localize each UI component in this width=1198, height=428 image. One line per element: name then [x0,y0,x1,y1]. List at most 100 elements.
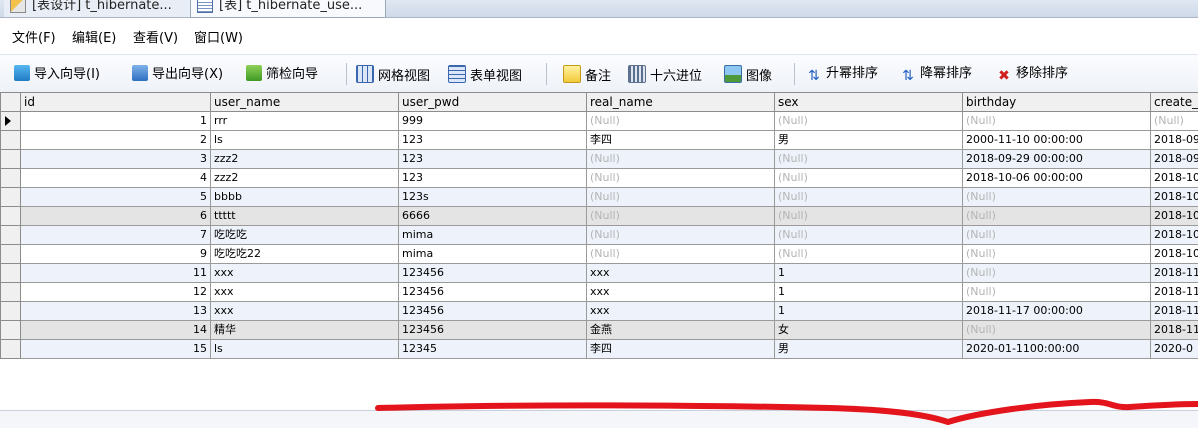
image-button[interactable]: 图像 [724,65,772,83]
cell-user-name[interactable]: bbbb [211,188,399,207]
cell-birthday[interactable]: (Null) [963,207,1151,226]
menu-edit[interactable]: 编辑(E) [72,27,116,46]
cell-create-time[interactable]: 2018-09 [1151,131,1198,150]
column-header-user-pwd[interactable]: user_pwd [399,93,587,112]
cell-birthday[interactable]: (Null) [963,321,1151,340]
export-wizard-button[interactable]: 导出向导(X) [132,65,223,83]
cell-user-name[interactable]: xxx [211,264,399,283]
table-row[interactable]: 3zzz2123(Null)(Null)2018-09-29 00:00:002… [1,150,1198,169]
cell-id[interactable]: 6 [21,207,211,226]
cell-sex[interactable]: (Null) [775,188,963,207]
cell-create-time[interactable]: 2018-10 [1151,188,1198,207]
row-selector[interactable] [1,302,21,321]
cell-birthday[interactable]: 2018-10-06 00:00:00 [963,169,1151,188]
import-wizard-button[interactable]: 导入向导(I) [14,65,100,83]
cell-id[interactable]: 15 [21,340,211,359]
cell-birthday[interactable]: (Null) [963,283,1151,302]
cell-real-name[interactable]: (Null) [587,169,775,188]
cell-sex[interactable]: 男 [775,340,963,359]
cell-user-name[interactable]: 精华 [211,321,399,340]
row-selector[interactable] [1,188,21,207]
column-header-id[interactable]: id [21,93,211,112]
table-row[interactable]: 1rrr999(Null)(Null)(Null)(Null) [1,112,1198,131]
cell-user-name[interactable]: 吃吃吃22 [211,245,399,264]
table-row[interactable]: 2ls123李四男2000-11-10 00:00:002018-09 [1,131,1198,150]
cell-user-pwd[interactable]: 6666 [399,207,587,226]
menu-view[interactable]: 查看(V) [133,27,178,46]
tab-table-data[interactable]: [表] t_hibernate_use... [190,0,386,18]
cell-user-name[interactable]: xxx [211,302,399,321]
table-row[interactable]: 13xxx123456xxx12018-11-17 00:00:002018-1… [1,302,1198,321]
cell-birthday[interactable]: 2018-11-17 00:00:00 [963,302,1151,321]
cell-create-time[interactable]: 2018-11 [1151,302,1198,321]
row-selector[interactable] [1,283,21,302]
cell-real-name[interactable]: (Null) [587,150,775,169]
cell-user-pwd[interactable]: 123456 [399,264,587,283]
cell-id[interactable]: 9 [21,245,211,264]
grid-view-button[interactable]: 网格视图 [356,65,430,83]
form-view-button[interactable]: 表单视图 [448,65,522,83]
row-selector[interactable] [1,245,21,264]
cell-user-name[interactable]: rrr [211,112,399,131]
cell-user-name[interactable]: 吃吃吃 [211,226,399,245]
column-header-birthday[interactable]: birthday [963,93,1151,112]
column-header-real-name[interactable]: real_name [587,93,775,112]
cell-sex[interactable]: (Null) [775,245,963,264]
cell-user-pwd[interactable]: mima [399,226,587,245]
table-row[interactable]: 6ttttt6666(Null)(Null)(Null)2018-10 [1,207,1198,226]
cell-create-time[interactable]: 2018-09 [1151,150,1198,169]
table-row[interactable]: 12xxx123456xxx1(Null)2018-11 [1,283,1198,302]
cell-create-time[interactable]: (Null) [1151,112,1198,131]
column-header-user-name[interactable]: user_name [211,93,399,112]
cell-real-name[interactable]: xxx [587,283,775,302]
cell-id[interactable]: 2 [21,131,211,150]
cell-real-name[interactable]: (Null) [587,226,775,245]
table-row[interactable]: 5bbbb123s(Null)(Null)(Null)2018-10 [1,188,1198,207]
row-selector[interactable] [1,150,21,169]
data-grid[interactable]: id user_name user_pwd real_name sex birt… [0,92,1198,410]
cell-sex[interactable]: 男 [775,131,963,150]
cell-id[interactable]: 7 [21,226,211,245]
cell-sex[interactable]: 1 [775,302,963,321]
cell-user-name[interactable]: zzz2 [211,169,399,188]
cell-real-name[interactable]: 金燕 [587,321,775,340]
table-row[interactable]: 14精华123456金燕女(Null)2018-11 [1,321,1198,340]
cell-create-time[interactable]: 2018-10 [1151,245,1198,264]
row-selector[interactable] [1,131,21,150]
sort-ascending-button[interactable]: ⇅升幂排序 [806,65,878,83]
row-selector[interactable] [1,340,21,359]
table-row[interactable]: 9吃吃吃22mima(Null)(Null)(Null)2018-10 [1,245,1198,264]
cell-user-pwd[interactable]: 123456 [399,283,587,302]
cell-sex[interactable]: 1 [775,283,963,302]
cell-user-pwd[interactable]: 123 [399,131,587,150]
cell-user-name[interactable]: xxx [211,283,399,302]
cell-sex[interactable]: (Null) [775,226,963,245]
cell-birthday[interactable]: (Null) [963,188,1151,207]
cell-user-pwd[interactable]: 123456 [399,321,587,340]
cell-id[interactable]: 5 [21,188,211,207]
cell-sex[interactable]: (Null) [775,207,963,226]
cell-sex[interactable]: 女 [775,321,963,340]
cell-create-time[interactable]: 2018-11 [1151,283,1198,302]
cell-create-time[interactable]: 2018-11 [1151,321,1198,340]
cell-id[interactable]: 3 [21,150,211,169]
tab-table-design[interactable]: [表设计] t_hibernate... [4,0,199,17]
cell-create-time[interactable]: 2018-10 [1151,226,1198,245]
cell-real-name[interactable]: 李四 [587,131,775,150]
column-header-sex[interactable]: sex [775,93,963,112]
cell-real-name[interactable]: (Null) [587,112,775,131]
cell-create-time[interactable]: 2020-0 [1151,340,1198,359]
cell-real-name[interactable]: 李四 [587,340,775,359]
remove-sort-button[interactable]: ✖移除排序 [996,65,1068,83]
filter-wizard-button[interactable]: 筛检向导 [246,65,318,83]
table-row[interactable]: 7吃吃吃mima(Null)(Null)(Null)2018-10 [1,226,1198,245]
row-selector[interactable] [1,169,21,188]
cell-id[interactable]: 1 [21,112,211,131]
cell-user-pwd[interactable]: 123s [399,188,587,207]
cell-user-name[interactable]: zzz2 [211,150,399,169]
cell-sex[interactable]: (Null) [775,169,963,188]
cell-id[interactable]: 12 [21,283,211,302]
hex-button[interactable]: 十六进位 [628,65,702,83]
cell-birthday[interactable]: 2000-11-10 00:00:00 [963,131,1151,150]
cell-real-name[interactable]: (Null) [587,245,775,264]
